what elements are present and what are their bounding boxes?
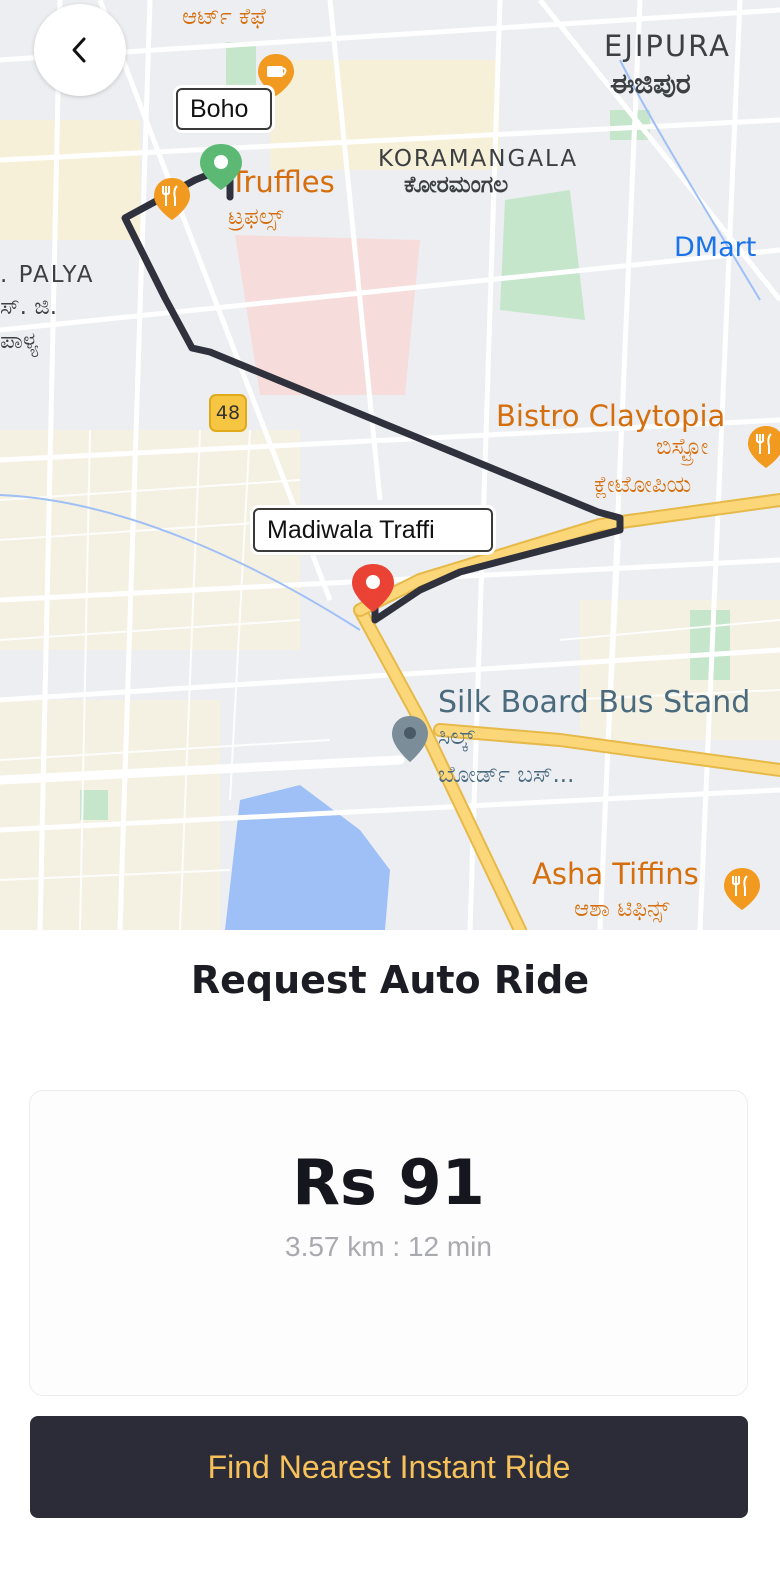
chevron-left-icon (72, 37, 86, 63)
bus-stop-pin-icon[interactable] (390, 714, 430, 764)
map-label-truffles: Truffles (230, 165, 335, 199)
map-label-dmart: DMart (674, 232, 757, 263)
map-label-asha-tiffins-kn: ಆಶಾ ಟಿಫಿನ್ಸ್ (574, 896, 670, 922)
map-label-palya: . PALYA (0, 262, 95, 288)
fare-amount: Rs 91 (292, 1146, 485, 1219)
back-button[interactable] (34, 4, 126, 96)
map-label-bistro-kn-1: ಬಿಸ್ಟ್ರೋ (656, 434, 709, 460)
map-label-koramangala-kn: ಕೋರಮಂಗಲ (404, 172, 509, 198)
map-label-truffles-kn: ಟ್ರಫಲ್ಸ್ (228, 204, 284, 230)
map-label-art-cafe: ಆರ್ಟ್ ಕೆಫೆ (182, 4, 266, 30)
drop-pin-icon[interactable] (350, 562, 396, 614)
map-label-palya-kn-1: ಸ್. ಜಿ. (0, 294, 58, 320)
map-label-bistro: Bistro Claytopia (496, 399, 726, 433)
map-label-koramangala: KORAMANGALA (378, 146, 579, 172)
highway-shield: 48 (209, 394, 247, 432)
drop-callout: Madiwala Traffi (253, 508, 493, 552)
restaurant-icon[interactable] (152, 176, 192, 222)
page-title: Request Auto Ride (190, 958, 590, 1002)
trip-distance-duration: 3.57 km : 12 min (285, 1231, 492, 1262)
map-label-silk-board: Silk Board Bus Stand (438, 685, 751, 720)
find-nearest-ride-button[interactable]: Find Nearest Instant Ride (30, 1416, 748, 1518)
map-label-ejipura-kn: ಈಜಿಪುರ (610, 67, 691, 100)
map-label-silk-board-kn-2: ಬೋರ್ಡ್ ಬಸ್... (438, 762, 575, 788)
find-nearest-ride-label: Find Nearest Instant Ride (207, 1448, 571, 1485)
map-label-ejipura: EJIPURA (604, 29, 731, 63)
map-label-silk-board-kn-1: ಸಿಲ್ಕ್ (438, 724, 475, 750)
restaurant-icon[interactable] (722, 866, 762, 912)
map-view[interactable]: ಆರ್ಟ್ ಕೆಫೆ EJIPURA ಈಜಿಪುರ KORAMANGALA ಕೋ… (0, 0, 780, 930)
pickup-callout: Boho (176, 88, 272, 130)
map-label-asha-tiffins: Asha Tiffins (532, 857, 699, 891)
map-label-palya-kn-2: ಪಾಳ್ಯ (0, 328, 39, 354)
pickup-pin-icon[interactable] (198, 142, 244, 192)
route-line (121, 168, 624, 624)
restaurant-icon[interactable] (746, 424, 780, 470)
fare-card: Rs 91 3.57 km : 12 min (29, 1090, 748, 1396)
map-label-bistro-kn-2: ಕ್ಲೇಟೋಪಿಯ (594, 472, 692, 498)
